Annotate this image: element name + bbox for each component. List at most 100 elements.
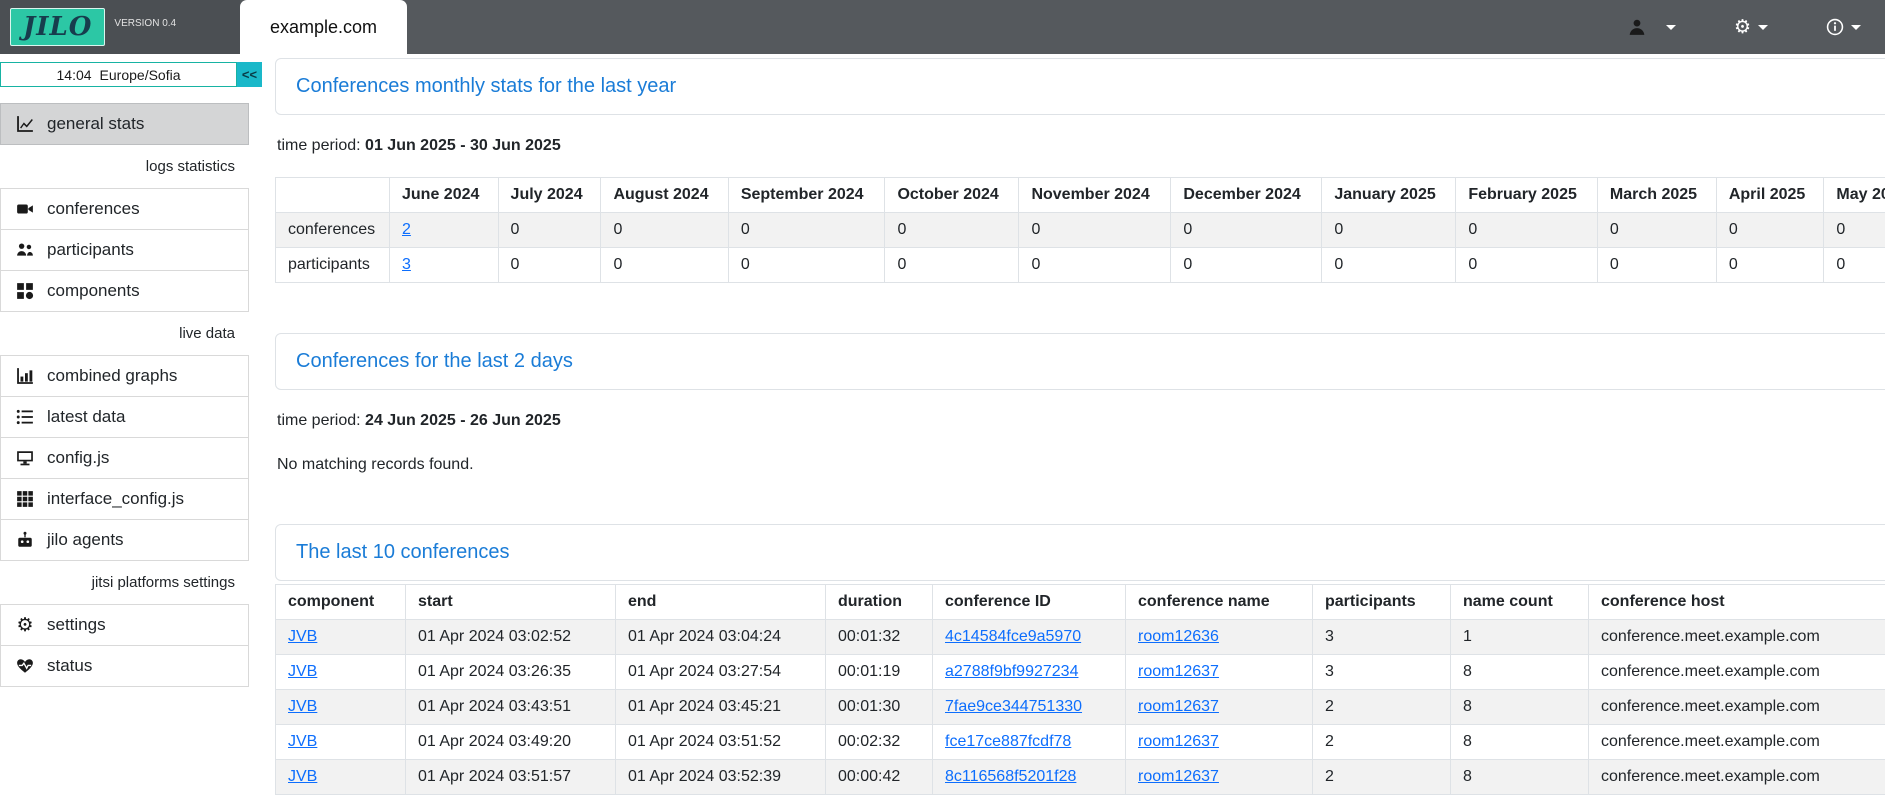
monthly-table-body: conferences2000000000000participants3000… — [276, 213, 1885, 283]
conference-cell-link[interactable]: JVB — [288, 663, 317, 680]
sidebar-item-jilo-agents[interactable]: jilo agents — [0, 519, 249, 561]
sidebar-collapse-button[interactable]: << — [237, 62, 262, 87]
monthly-column-header: April 2025 — [1716, 178, 1824, 213]
conference-row: JVB01 Apr 2024 03:26:3501 Apr 2024 03:27… — [276, 655, 1885, 690]
last-10-conferences-section: The last 10 conferences componentstarten… — [275, 524, 1885, 795]
monthly-row-label: conferences — [276, 213, 390, 248]
chevron-down-icon — [1758, 25, 1768, 30]
monthly-column-header: January 2025 — [1322, 178, 1456, 213]
monthly-cell: 3 — [390, 248, 499, 283]
conference-cell-link[interactable]: 8c116568f5201f28 — [945, 768, 1076, 785]
conferences-table-body: JVB01 Apr 2024 03:02:5201 Apr 2024 03:04… — [276, 620, 1885, 795]
sidebar-item-label: conferences — [47, 199, 140, 219]
brand-zone: JILO VERSION 0.4 — [0, 0, 240, 54]
conference-cell-link[interactable]: room12637 — [1138, 698, 1219, 715]
conference-cell: 1 — [1451, 620, 1589, 655]
conference-column-header: start — [406, 585, 616, 620]
conference-cell-link[interactable]: 7fae9ce344751330 — [945, 698, 1082, 715]
chevron-down-icon — [1851, 25, 1861, 30]
conference-cell: 01 Apr 2024 03:52:39 — [616, 760, 826, 795]
conference-cell-link[interactable]: 4c14584fce9a5970 — [945, 628, 1081, 645]
sidebar: 14:04 Europe/Sofia << general stats logs… — [0, 54, 262, 809]
info-menu[interactable] — [1826, 18, 1861, 36]
main-content: Conferences monthly stats for the last y… — [262, 54, 1885, 809]
monthly-cell-link[interactable]: 2 — [402, 221, 411, 238]
conference-cell-link[interactable]: JVB — [288, 628, 317, 645]
conference-cell-link[interactable]: fce17ce887fcdf78 — [945, 733, 1071, 750]
user-menu[interactable] — [1625, 18, 1676, 36]
monthly-cell-link[interactable]: 3 — [402, 256, 411, 273]
version-label: VERSION 0.4 — [114, 18, 176, 29]
sidebar-item-conferences[interactable]: conferences — [0, 188, 249, 230]
time-period-value: 01 Jun 2025 - 30 Jun 2025 — [365, 137, 561, 154]
monthly-cell: 0 — [1824, 213, 1885, 248]
sidebar-section-jitsi-platforms-settings: jitsi platforms settings — [0, 561, 249, 604]
conference-cell: conference.meet.example.com — [1589, 620, 1885, 655]
conference-cell-link[interactable]: room12637 — [1138, 733, 1219, 750]
conference-cell: 01 Apr 2024 03:26:35 — [406, 655, 616, 690]
time-period-value: 24 Jun 2025 - 26 Jun 2025 — [365, 412, 561, 429]
conference-cell: room12637 — [1126, 725, 1313, 760]
conference-cell-link[interactable]: JVB — [288, 698, 317, 715]
monthly-cell: 0 — [885, 213, 1019, 248]
monthly-cell: 0 — [728, 213, 885, 248]
sidebar-item-label: interface_config.js — [47, 489, 184, 509]
page-layout: 14:04 Europe/Sofia << general stats logs… — [0, 54, 1885, 809]
clock-display: 14:04 Europe/Sofia — [0, 62, 237, 87]
conference-cell-link[interactable]: a2788f9bf9927234 — [945, 663, 1078, 680]
topbar-menus: ⚙ — [1625, 0, 1885, 54]
clock-row: 14:04 Europe/Sofia << — [0, 62, 262, 87]
time-period-label: time period: — [277, 137, 361, 154]
conference-cell: 8 — [1451, 690, 1589, 725]
conference-cell: 8c116568f5201f28 — [933, 760, 1126, 795]
chevron-down-icon — [1666, 25, 1676, 30]
monthly-column-header: October 2024 — [885, 178, 1019, 213]
sidebar-item-participants[interactable]: participants — [0, 229, 249, 271]
conference-cell: 00:00:42 — [826, 760, 933, 795]
conference-cell-link[interactable]: room12636 — [1138, 628, 1219, 645]
gear-icon: ⚙ — [13, 616, 37, 635]
sidebar-item-latest-data[interactable]: latest data — [0, 396, 249, 438]
tab-example-com[interactable]: example.com — [240, 0, 407, 54]
sidebar-item-settings[interactable]: ⚙ settings — [0, 604, 249, 646]
user-icon — [1625, 18, 1649, 36]
monthly-column-header: February 2025 — [1456, 178, 1598, 213]
conference-cell: conference.meet.example.com — [1589, 690, 1885, 725]
conference-column-header: end — [616, 585, 826, 620]
sidebar-item-components[interactable]: components — [0, 270, 249, 312]
sidebar-item-interface-config-js[interactable]: interface_config.js — [0, 478, 249, 520]
monthly-cell: 2 — [390, 213, 499, 248]
conference-cell: JVB — [276, 655, 406, 690]
monthly-cell: 0 — [1171, 248, 1322, 283]
conference-cell: JVB — [276, 760, 406, 795]
sidebar-item-combined-graphs[interactable]: combined graphs — [0, 355, 249, 397]
monthly-stats-section: Conferences monthly stats for the last y… — [275, 58, 1885, 283]
jilo-logo[interactable]: JILO — [10, 8, 105, 47]
monthly-cell: 0 — [1171, 213, 1322, 248]
monthly-cell: 0 — [601, 213, 728, 248]
sidebar-item-label: config.js — [47, 448, 109, 468]
conference-cell-link[interactable]: JVB — [288, 733, 317, 750]
settings-menu[interactable]: ⚙ — [1734, 18, 1768, 37]
conference-column-header: conference ID — [933, 585, 1126, 620]
monthly-cell: 0 — [1019, 213, 1171, 248]
conference-cell: 3 — [1313, 655, 1451, 690]
conference-cell: conference.meet.example.com — [1589, 655, 1885, 690]
conference-cell: 01 Apr 2024 03:02:52 — [406, 620, 616, 655]
last-10-conferences-header: The last 10 conferences — [275, 524, 1885, 581]
sidebar-item-config-js[interactable]: config.js — [0, 437, 249, 479]
conference-cell: 2 — [1313, 690, 1451, 725]
monthly-column-header: March 2025 — [1597, 178, 1716, 213]
monthly-stats-title: Conferences monthly stats for the last y… — [296, 75, 676, 97]
monthly-column-header: September 2024 — [728, 178, 885, 213]
sidebar-item-general-stats[interactable]: general stats — [0, 103, 249, 145]
monitor-icon — [13, 449, 37, 467]
sidebar-item-label: jilo agents — [47, 530, 124, 550]
conference-cell-link[interactable]: room12637 — [1138, 768, 1219, 785]
conference-column-header: conference host — [1589, 585, 1885, 620]
conference-cell: conference.meet.example.com — [1589, 725, 1885, 760]
sidebar-item-status[interactable]: status — [0, 645, 249, 687]
conference-cell-link[interactable]: JVB — [288, 768, 317, 785]
monthly-column-header: December 2024 — [1171, 178, 1322, 213]
conference-cell-link[interactable]: room12637 — [1138, 663, 1219, 680]
